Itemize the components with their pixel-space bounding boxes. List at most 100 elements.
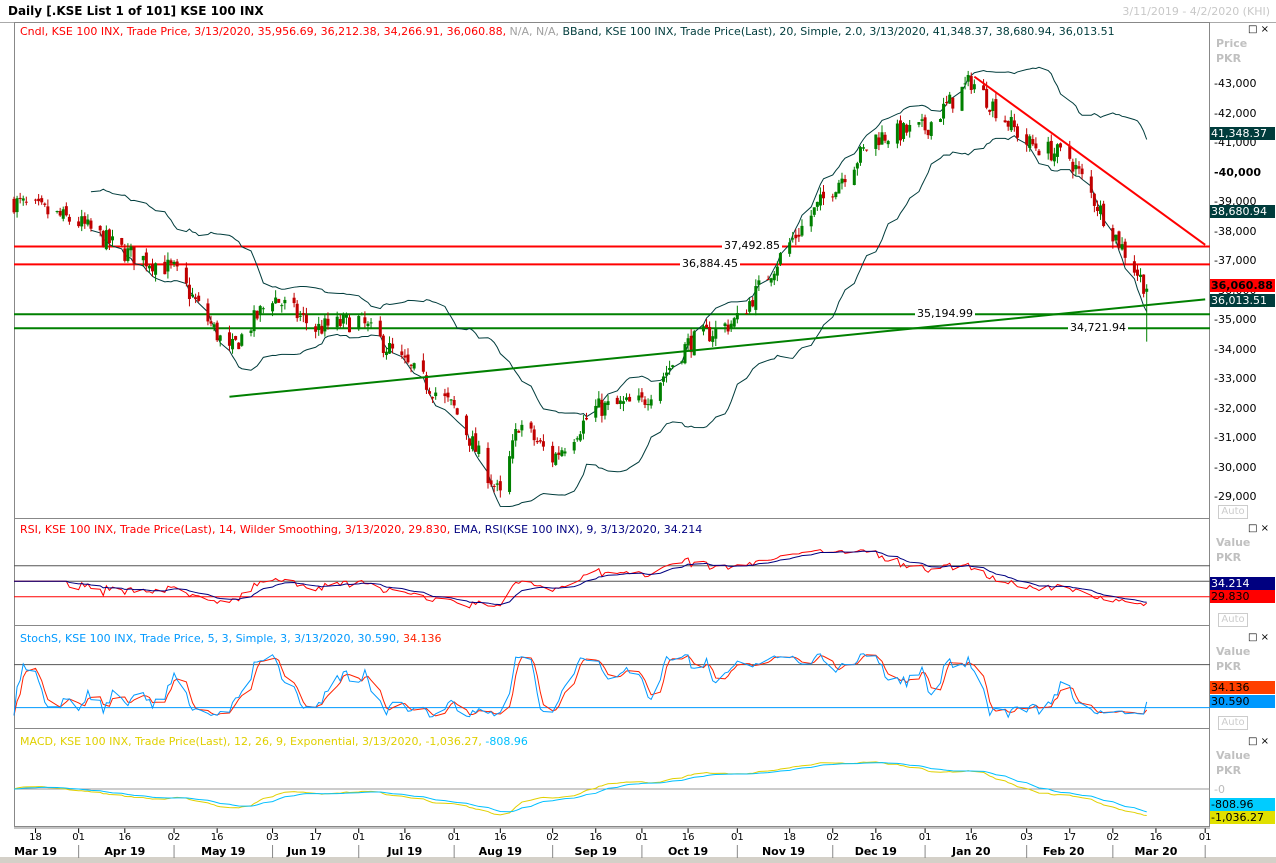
candle-body [708, 326, 712, 342]
candle-body [227, 332, 231, 346]
chart-canvas[interactable] [0, 0, 1276, 863]
x-tick-label: 16 [398, 832, 412, 843]
candle-body [64, 206, 68, 216]
candle-body [994, 99, 998, 119]
candle-body [822, 191, 826, 199]
unit-label: PKR [1216, 764, 1242, 777]
candle-body [966, 75, 970, 82]
candle-body [314, 326, 318, 332]
candle-body [89, 220, 93, 229]
candle-body [1145, 288, 1149, 292]
candle-body [735, 313, 739, 320]
rsi-legend: RSI, KSE 100 INX, Trade Price(Last), 14,… [20, 523, 702, 536]
price-tag: 36,060.88 [1210, 278, 1275, 292]
price-tick-label: -33,000 [1214, 372, 1257, 385]
macd-tag: -808.96 [1210, 798, 1275, 811]
x-tick-label: 16 [589, 832, 603, 843]
candle-body [621, 401, 625, 404]
candle-body [360, 313, 364, 315]
candle-body [649, 399, 653, 406]
candle-body [643, 399, 647, 405]
candle-body [326, 318, 330, 326]
candle-body [446, 392, 450, 398]
macd-tag: -1,036.27 [1210, 811, 1275, 824]
candle-body [926, 129, 930, 136]
candle-body [683, 344, 687, 364]
candle-body [1034, 143, 1038, 149]
x-tick-label: 18 [783, 832, 797, 843]
rsi-tag: 34.214 [1210, 577, 1275, 590]
candle-body [237, 342, 241, 350]
candle-body [166, 259, 170, 272]
month-label: May 19 [201, 845, 246, 858]
x-tick-label: 01 [72, 832, 85, 843]
auto-scale-button[interactable]: Auto [1218, 613, 1248, 627]
x-tick-label: 18 [29, 832, 42, 843]
candle-body [1099, 205, 1103, 214]
candle-body [797, 234, 801, 237]
month-label: Mar 20 [1134, 845, 1178, 858]
panel-window-buttons[interactable]: □ × [1248, 24, 1269, 35]
candle-body [1095, 206, 1099, 212]
candle-body [788, 242, 792, 254]
candle-body [1059, 143, 1063, 148]
x-tick-label: 03 [1020, 832, 1034, 843]
level-label: 34,721.94 [1068, 321, 1128, 335]
candle-body [615, 397, 619, 405]
candle-body [46, 206, 50, 215]
candle-body [837, 182, 841, 194]
candle-body [15, 198, 19, 213]
candle-body [865, 149, 869, 151]
candle-body [304, 314, 308, 324]
candle-body [511, 440, 515, 459]
candle-body [877, 137, 881, 146]
candle-body [1139, 274, 1143, 277]
candle-body [625, 397, 629, 400]
x-tick-label: 01 [352, 832, 366, 843]
legend-part: Cndl, KSE 100 INX, Trade Price, 3/13/202… [20, 25, 507, 38]
panel-window-buttons[interactable]: □ × [1248, 632, 1269, 643]
candle-body [945, 102, 949, 104]
candle-body [585, 417, 589, 420]
unit-label: Value [1216, 645, 1251, 658]
candle-body [729, 323, 733, 328]
month-label: Aug 19 [478, 845, 522, 858]
auto-scale-button[interactable]: Auto [1218, 505, 1248, 519]
candle-body [452, 399, 456, 406]
candle-body [554, 453, 558, 465]
candle-body [141, 255, 145, 261]
candle-body [1037, 150, 1041, 156]
legend-part: N/A, N/A, [506, 25, 559, 38]
candle-body [101, 231, 105, 248]
candle-body [640, 392, 644, 398]
candle-body [175, 261, 179, 267]
auto-scale-button[interactable]: Auto [1218, 716, 1248, 730]
x-tick-label: 17 [309, 832, 323, 843]
candle-body [818, 194, 822, 206]
candle-body [778, 253, 782, 264]
panel-window-buttons[interactable]: □ × [1248, 736, 1269, 747]
candle-body [283, 299, 287, 304]
candle-body [701, 326, 705, 332]
price-tick-label: -38,000 [1214, 224, 1257, 238]
candle-body [880, 132, 884, 145]
candle-body [538, 440, 542, 442]
candle-body [298, 315, 302, 317]
candle-body [1052, 153, 1056, 162]
candle-body [384, 351, 388, 356]
candle-body [1012, 120, 1016, 128]
candle-body [982, 85, 986, 91]
month-label: Apr 19 [104, 845, 146, 858]
x-tick-label: 16 [118, 832, 132, 843]
candle-body [769, 278, 773, 283]
candle-body [726, 324, 730, 332]
candle-body [671, 365, 675, 368]
candle-body [668, 367, 672, 371]
candle-body [323, 318, 327, 332]
price-tick-label: -35,000 [1214, 313, 1257, 326]
unit-label: PKR [1216, 52, 1242, 65]
candle-body [474, 433, 478, 452]
candle-body [862, 147, 866, 149]
panel-window-buttons[interactable]: □ × [1248, 523, 1269, 534]
candle-body [858, 147, 862, 163]
